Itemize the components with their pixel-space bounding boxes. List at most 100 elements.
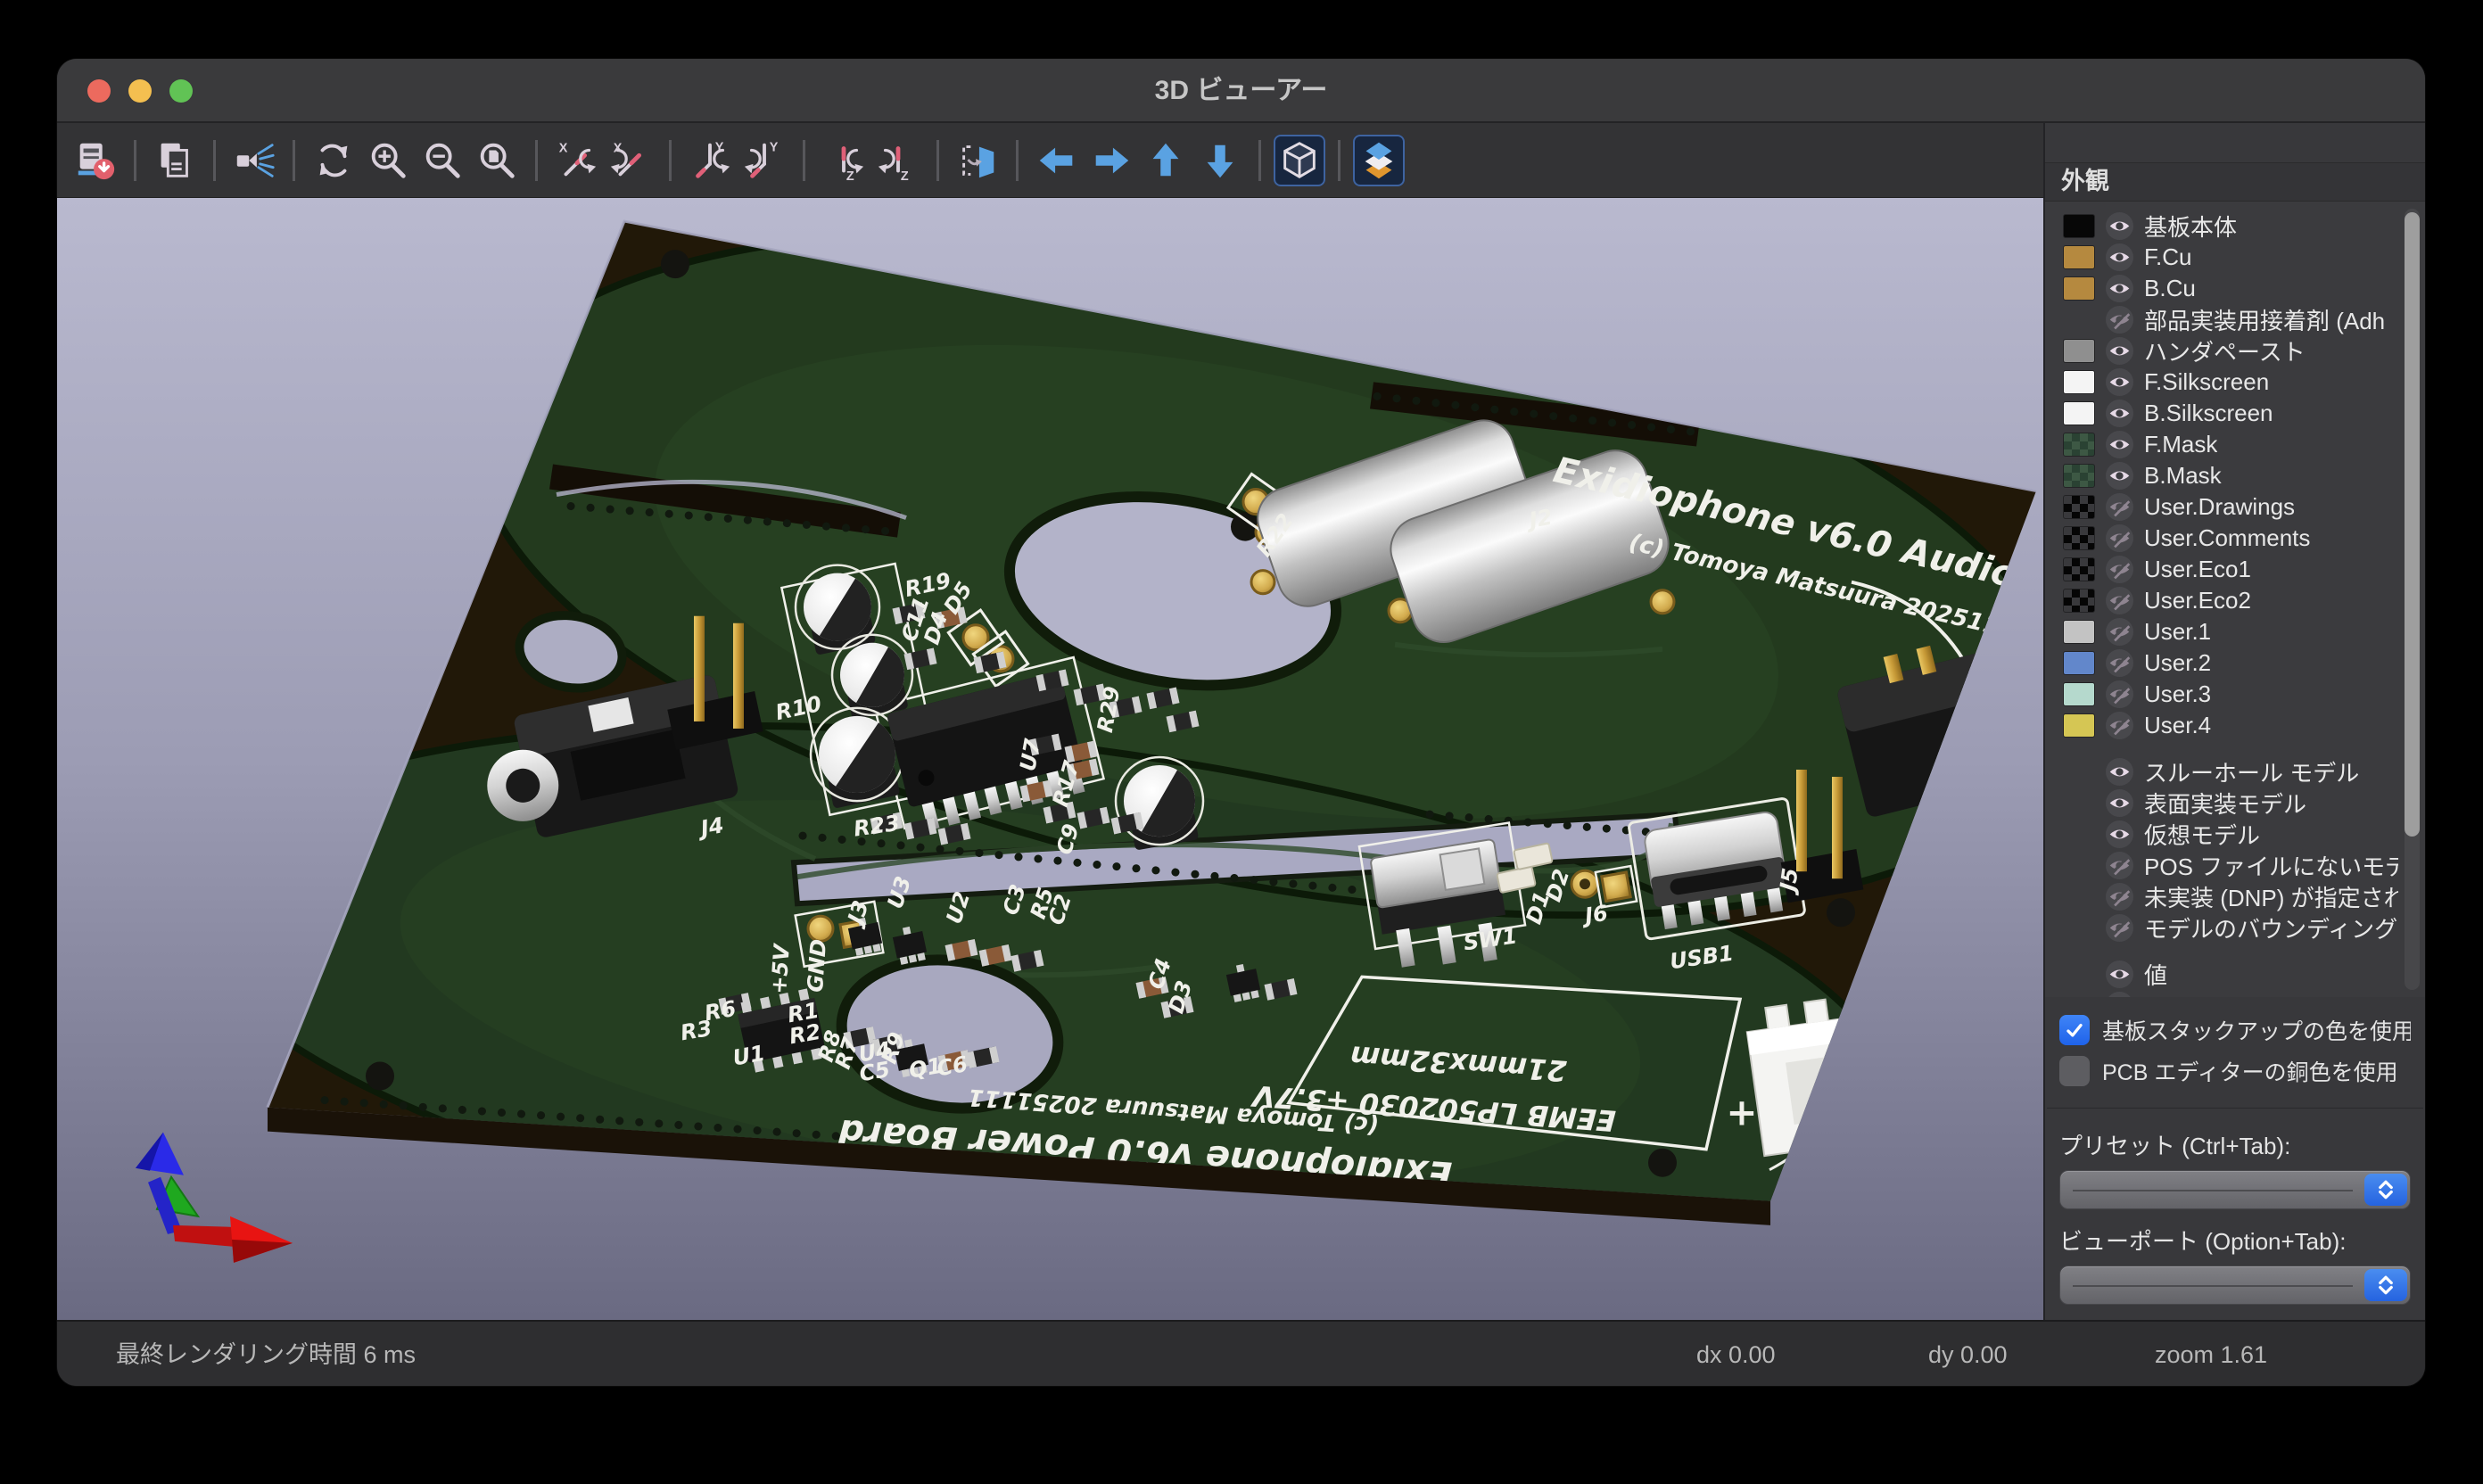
layer-color-swatch[interactable]: [2063, 557, 2095, 581]
visibility-off-eye-icon[interactable]: [2106, 556, 2133, 583]
layer-label: F.Silkscreen: [2144, 368, 2269, 396]
layer-label: User.Eco1: [2144, 556, 2251, 583]
layer-color-swatch[interactable]: [2063, 245, 2095, 269]
visibility-off-eye-icon[interactable]: [2106, 649, 2133, 677]
visibility-on-eye-icon[interactable]: [2106, 368, 2133, 396]
zoom-to-fit-button[interactable]: [471, 135, 523, 186]
rotate-y-clockwise-button[interactable]: Y: [684, 135, 736, 186]
layer-row-User.2: User.2: [2063, 647, 2398, 679]
visibility-on-eye-icon[interactable]: [2106, 960, 2133, 988]
3d-render-canvas[interactable]: Exidiophone v6.0 Audio Board(c) Tomoya M…: [57, 198, 2043, 1320]
window-title: 3D ビューアー: [57, 59, 2425, 123]
preset-select[interactable]: [2059, 1170, 2411, 1209]
layer-label: User.Drawings: [2144, 493, 2295, 521]
zoom-out-button[interactable]: [417, 135, 468, 186]
viewport-select[interactable]: [2059, 1266, 2411, 1305]
silkscreen-text: +5V: [766, 942, 795, 995]
layer-label: 未実装 (DNP) が指定され: [2144, 880, 2398, 913]
visibility-off-eye-icon[interactable]: [2106, 680, 2133, 708]
visibility-off-eye-icon[interactable]: [2106, 914, 2133, 942]
pan-left-button[interactable]: [1031, 135, 1083, 186]
export-data-button[interactable]: [70, 135, 121, 186]
layer-row-F.Cu: F.Cu: [2063, 242, 2398, 273]
layer-row-仮想モデル: 仮想モデル: [2063, 819, 2398, 850]
svg-text:X: X: [614, 141, 623, 155]
visibility-off-eye-icon[interactable]: [2106, 306, 2133, 334]
visibility-on-eye-icon[interactable]: [2106, 400, 2133, 427]
layer-color-swatch[interactable]: [2063, 214, 2095, 238]
layer-row-User.Drawings: User.Drawings: [2063, 491, 2398, 523]
appearance-manager-button[interactable]: [1353, 135, 1405, 186]
layer-label: User.Eco2: [2144, 587, 2251, 614]
visibility-on-eye-icon[interactable]: [2106, 275, 2133, 302]
toolbar-separator: [1338, 140, 1340, 181]
visibility-off-eye-icon[interactable]: [2106, 493, 2133, 521]
divider: [2047, 1108, 2423, 1109]
rotate-x-clockwise-button[interactable]: X: [550, 135, 602, 186]
scrollbar-thumb[interactable]: [2405, 212, 2420, 837]
layer-color-swatch: [2063, 822, 2095, 846]
checkbox-checked[interactable]: [2059, 1015, 2090, 1045]
layer-color-swatch[interactable]: [2063, 682, 2095, 706]
visibility-on-eye-icon[interactable]: [2106, 337, 2133, 365]
layer-label: User.Comments: [2144, 524, 2310, 552]
layer-color-swatch[interactable]: [2063, 589, 2095, 613]
silkscreen-text: C5: [857, 1057, 892, 1087]
zoom-in-button[interactable]: [362, 135, 414, 186]
toolbar-separator: [134, 140, 136, 181]
render-options-button[interactable]: [228, 135, 280, 186]
layer-label: 値: [2144, 958, 2167, 991]
stepper-icon[interactable]: [2364, 1269, 2407, 1301]
layer-color-swatch[interactable]: [2063, 526, 2095, 550]
layer-label: POS ファイルにないモデ: [2144, 849, 2398, 882]
viewport-3d[interactable]: Exidiophone v6.0 Audio Board(c) Tomoya M…: [57, 198, 2043, 1320]
visibility-on-eye-icon[interactable]: [2106, 243, 2133, 271]
flip-board-button[interactable]: [952, 135, 1003, 186]
appearance-header: 外観: [2045, 162, 2425, 202]
layer-color-swatch: [2063, 916, 2095, 940]
visibility-on-eye-icon[interactable]: [2106, 820, 2133, 848]
silkscreen-text: +: [1726, 1091, 1757, 1134]
rotate-x-counterclockwise-button[interactable]: X: [605, 135, 656, 186]
visibility-off-eye-icon[interactable]: [2106, 883, 2133, 911]
pan-right-button[interactable]: [1085, 135, 1137, 186]
layer-color-swatch[interactable]: [2063, 495, 2095, 519]
layer-color-swatch[interactable]: [2063, 370, 2095, 394]
layer-color-swatch[interactable]: [2063, 464, 2095, 488]
layer-color-swatch[interactable]: [2063, 339, 2095, 363]
layer-color-swatch[interactable]: [2063, 713, 2095, 738]
visibility-on-eye-icon[interactable]: [2106, 789, 2133, 817]
refresh-view-button[interactable]: [308, 135, 359, 186]
visibility-on-eye-icon[interactable]: [2106, 212, 2133, 240]
layer-label: F.Mask: [2144, 431, 2217, 458]
layer-color-swatch[interactable]: [2063, 401, 2095, 425]
visibility-on-eye-icon[interactable]: [2106, 992, 2133, 997]
visibility-off-eye-icon[interactable]: [2106, 524, 2133, 552]
layer-color-swatch[interactable]: [2063, 433, 2095, 457]
orthographic-projection-button[interactable]: [1274, 135, 1325, 186]
rotate-z-counterclockwise-button[interactable]: Z: [872, 135, 924, 186]
visibility-on-eye-icon[interactable]: [2106, 431, 2133, 458]
scrollbar-track[interactable]: [2405, 209, 2420, 990]
layer-color-swatch[interactable]: [2063, 620, 2095, 644]
checkbox-unchecked[interactable]: [2059, 1056, 2090, 1086]
visibility-off-eye-icon[interactable]: [2106, 587, 2133, 614]
layer-row-User.Comments: User.Comments: [2063, 523, 2398, 554]
stepper-icon[interactable]: [2364, 1174, 2407, 1206]
copy-image-button[interactable]: [149, 135, 201, 186]
rotate-y-counterclockwise-button[interactable]: Y: [738, 135, 790, 186]
visibility-off-eye-icon[interactable]: [2106, 712, 2133, 739]
visibility-off-eye-icon[interactable]: [2106, 618, 2133, 646]
rotate-z-clockwise-button[interactable]: Z: [818, 135, 870, 186]
visibility-off-eye-icon[interactable]: [2106, 852, 2133, 879]
layer-label: 基板本体: [2144, 210, 2237, 243]
pan-down-button[interactable]: [1194, 135, 1246, 186]
visibility-on-eye-icon[interactable]: [2106, 758, 2133, 786]
layer-color-swatch: [2063, 993, 2095, 997]
layer-color-swatch[interactable]: [2063, 651, 2095, 675]
pan-up-button[interactable]: [1140, 135, 1192, 186]
visibility-on-eye-icon[interactable]: [2106, 462, 2133, 490]
layer-color-swatch[interactable]: [2063, 276, 2095, 301]
layer-color-swatch: [2063, 962, 2095, 986]
layer-label: User.3: [2144, 680, 2211, 708]
